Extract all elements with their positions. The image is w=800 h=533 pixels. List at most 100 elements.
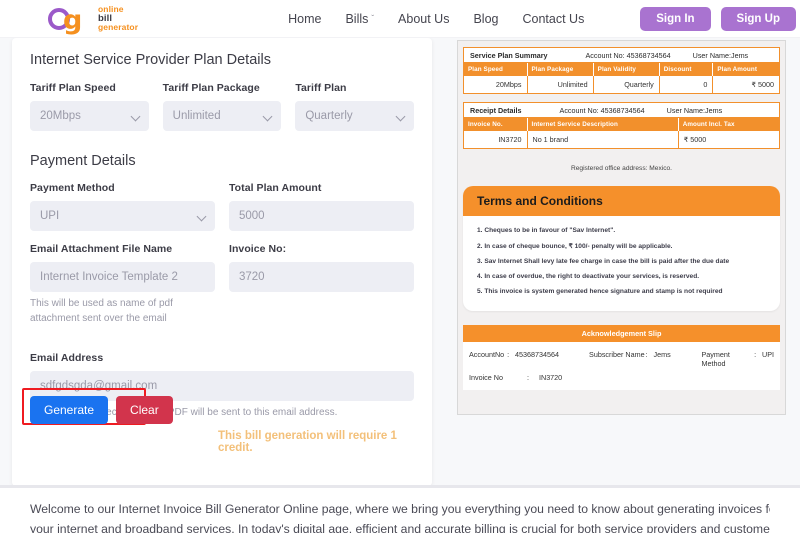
section-title-payment: Payment Details [30,153,136,169]
ack-colon: : [645,349,648,359]
field-tariff-plan-package: Tariff Plan Package Unlimited [162,82,282,131]
article-line-2: your internet and broadband services. In… [30,521,770,533]
label-tariff-plan: Tariff Plan [295,82,347,94]
acknowledgement-slip-title: Acknowledgement Slip [463,325,780,342]
main-navigation: Home Bills ˇ About Us Blog Contact Us [288,12,584,26]
ack-subscriber-value: Jems [653,349,671,359]
ack-subscriber-key: Subscriber Name [589,349,645,359]
col-plan-package: Plan Package [527,63,594,76]
logo-g-glyph: g [63,4,83,36]
terms-and-conditions-card: Terms and Conditions 1. Cheques to be in… [463,186,780,311]
field-email-attachment-name: Email Attachment File Name Internet Invo… [30,243,215,326]
ack-colon: : [754,349,757,359]
terms-list: 1. Cheques to be in favour of "Sav Inter… [463,216,780,311]
receipt-column-headers: Invoice No. Internet Service Description… [464,118,779,131]
helper-email-attachment-name: This will be used as name of pdf attachm… [30,298,173,324]
input-invoice-no[interactable]: 3720 [229,262,414,292]
terms-item: 5. This invoice is system generated henc… [477,288,723,295]
cell-plan-package: Unlimited [527,76,594,93]
registered-office-address: Registered office address: Mexico. [570,165,673,172]
label-total-plan-amount: Total Plan Amount [229,182,322,194]
label-tariff-plan-speed: Tariff Plan Speed [30,82,116,94]
nav-label-home: Home [288,11,322,26]
label-email-address: Email Address [30,352,104,364]
select-payment-method[interactable]: UPI [30,201,215,231]
service-plan-summary-user: User Name:Jems [692,50,749,60]
col-service-description: Internet Service Description [527,118,679,131]
sign-up-button[interactable]: Sign Up [720,6,796,31]
terms-item: 4. In case of overdue, the right to deac… [477,273,700,280]
generate-button[interactable]: Generate [30,396,109,424]
receipt-details-title: Receipt Details [470,105,522,115]
service-plan-summary-header: Service Plan Summary Account No: 4536873… [464,48,779,63]
logo-icon: g [48,4,94,34]
credit-notice: This bill generation will require 1 cred… [218,430,397,454]
page-root: g online bill generator Home Bills ˇ Abo… [0,0,800,533]
clear-button[interactable]: Clear [116,396,173,424]
chevron-down-icon: ˇ [371,14,375,23]
col-plan-speed: Plan Speed [464,63,528,76]
nav-item-about-us[interactable]: About Us [398,12,449,26]
payment-row: Payment Method UPI Total Plan Amount 500… [30,182,414,243]
attachment-row: Email Attachment File Name Internet Invo… [30,243,414,338]
ack-line-primary: AccountNo : 45368734564 Subscriber Name … [469,347,774,370]
field-total-plan-amount: Total Plan Amount 5000 [229,182,414,231]
article-section: Welcome to our Internet Invoice Bill Gen… [0,488,800,533]
logo-line-generator: generator [98,22,139,33]
ack-method-key: Payment Method [701,349,730,368]
service-plan-summary-title: Service Plan Summary [470,50,548,60]
ack-account-value: 45368734564 [515,349,560,359]
form-actions: Generate Clear [30,396,173,424]
nav-item-home[interactable]: Home [288,12,321,26]
document-footer-spacer [463,390,780,406]
cell-plan-speed: 20Mbps [464,76,528,93]
invoice-document: Service Plan Summary Account No: 4536873… [457,40,786,415]
label-invoice-no: Invoice No: [229,243,287,255]
nav-label-contact-us: Contact Us [522,11,585,26]
content-area: Internet Service Provider Plan Details T… [0,38,800,488]
select-tariff-plan[interactable]: Quarterly [295,101,415,131]
section-title-isp: Internet Service Provider Plan Details [30,52,271,68]
field-payment-method: Payment Method UPI [30,182,215,231]
label-payment-method: Payment Method [30,182,115,194]
input-email-attachment-name[interactable]: Internet Invoice Template 2 [30,262,215,292]
site-logo[interactable]: g online bill generator [48,4,138,34]
terms-title: Terms and Conditions [463,186,780,216]
field-tariff-plan: Tariff Plan Quarterly [295,82,415,131]
site-header: g online bill generator Home Bills ˇ Abo… [0,0,800,38]
input-total-plan-amount[interactable]: 5000 [229,201,414,231]
tariff-row: Tariff Plan Speed 20Mbps Tariff Plan Pac… [30,82,415,143]
plan-summary-row: 20Mbps Unlimited Quarterly 0 ₹ 5000 [464,76,779,93]
ack-account-key: AccountNo [469,349,505,359]
nav-label-about-us: About Us [398,11,450,26]
cell-plan-validity: Quarterly [593,76,660,93]
ack-line-invoice: Invoice No : IN3720 [469,370,774,384]
auth-buttons: Sign In Sign Up [640,6,796,31]
receipt-details-user: User Name:Jems [666,105,723,115]
receipt-details-table: Receipt Details Account No: 45368734564 … [463,102,780,149]
nav-item-bills[interactable]: Bills ˇ [345,12,374,26]
nav-item-contact-us[interactable]: Contact Us [523,12,585,26]
ack-colon: : [507,349,510,359]
cell-amount-incl-tax: ₹ 5000 [678,131,779,148]
cell-service-description: No 1 brand [527,131,679,148]
service-plan-summary-account: Account No: 45368734564 [585,50,671,60]
terms-item: 2. In case of cheque bounce, ₹ 100/- pen… [477,243,673,250]
col-invoice-no: Invoice No. [464,118,528,131]
nav-item-blog[interactable]: Blog [473,12,498,26]
sign-in-button[interactable]: Sign In [640,6,711,31]
invoice-preview-panel: Service Plan Summary Account No: 4536873… [443,38,800,488]
col-plan-validity: Plan Validity [593,63,660,76]
field-invoice-no: Invoice No: 3720 [229,243,414,326]
cell-invoice-no: IN3720 [464,131,528,148]
receipt-details-header: Receipt Details Account No: 45368734564 … [464,103,779,118]
nav-label-blog: Blog [473,11,499,26]
col-discount: Discount [659,63,714,76]
article-line-1: Welcome to our Internet Invoice Bill Gen… [30,502,770,516]
service-plan-summary-table: Service Plan Summary Account No: 4536873… [463,47,780,94]
field-tariff-plan-speed: Tariff Plan Speed 20Mbps [30,82,149,131]
select-tariff-plan-speed[interactable]: 20Mbps [30,101,149,131]
select-tariff-plan-package[interactable]: Unlimited [162,101,282,131]
terms-item: 1. Cheques to be in favour of "Sav Inter… [477,227,616,234]
bill-form-card: Internet Service Provider Plan Details T… [12,38,432,486]
